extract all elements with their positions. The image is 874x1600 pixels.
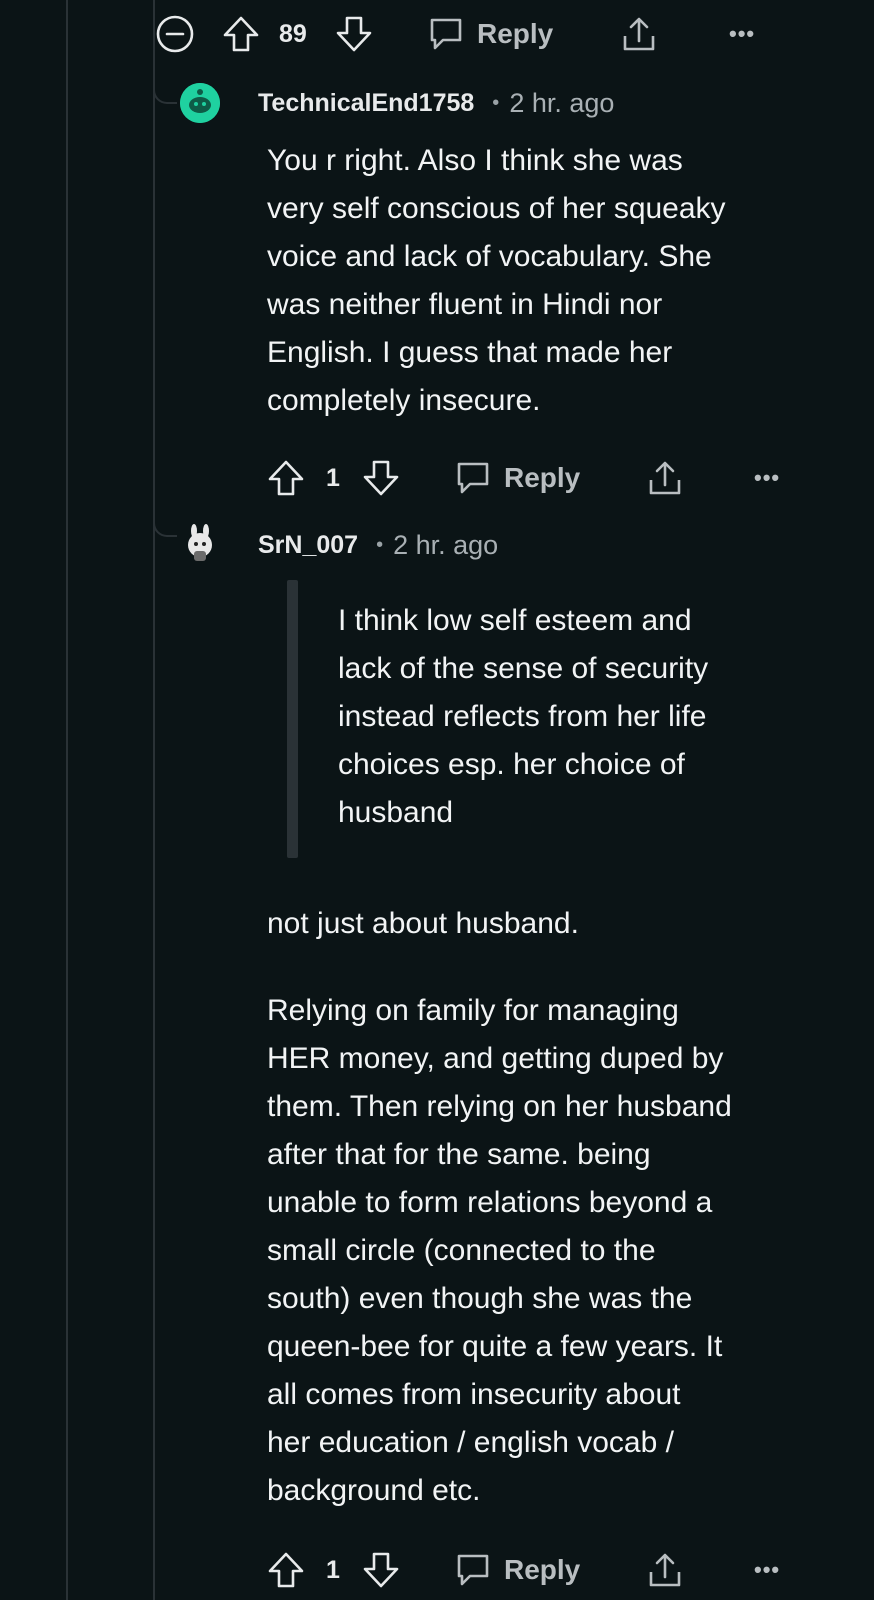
more-icon: ••• bbox=[754, 1557, 781, 1582]
snoo-avatar-icon bbox=[180, 83, 220, 123]
comment-bubble-icon bbox=[430, 18, 462, 50]
vote-count: 89 bbox=[279, 10, 307, 58]
share-button[interactable] bbox=[620, 10, 658, 58]
more-icon: ••• bbox=[729, 21, 756, 46]
reply-button[interactable]: Reply bbox=[454, 1546, 580, 1594]
quoted-text: I think low self esteem and lack of the … bbox=[338, 604, 709, 829]
avatar[interactable] bbox=[180, 83, 220, 123]
upvote-button[interactable] bbox=[267, 1546, 305, 1594]
downvote-button[interactable] bbox=[362, 1546, 400, 1594]
comment-timestamp: 2 hr. ago bbox=[509, 87, 615, 118]
share-icon bbox=[649, 461, 681, 495]
vote-count: 1 bbox=[326, 454, 340, 502]
meta-separator: • bbox=[492, 91, 500, 114]
downvote-arrow-icon bbox=[363, 460, 399, 496]
thread-line-outer bbox=[66, 0, 68, 1600]
upvote-button[interactable] bbox=[222, 10, 260, 58]
thread-connector bbox=[153, 521, 177, 537]
username-link[interactable]: SrN_007 bbox=[258, 531, 358, 560]
comment-body-paragraph: Relying on family for managing HER money… bbox=[267, 994, 732, 1507]
downvote-button[interactable] bbox=[335, 10, 373, 58]
share-icon bbox=[649, 1553, 681, 1587]
reply-button[interactable]: Reply bbox=[427, 10, 553, 58]
username-link[interactable]: TechnicalEnd1758 bbox=[258, 89, 474, 118]
upvote-arrow-icon bbox=[223, 16, 259, 52]
more-options-button[interactable]: ••• bbox=[729, 10, 755, 58]
comment-header: SrN_007 • 2 hr. ago bbox=[258, 525, 498, 565]
share-icon bbox=[623, 17, 655, 51]
reply-button[interactable]: Reply bbox=[454, 454, 580, 502]
more-icon: ••• bbox=[754, 465, 781, 490]
snoo-avatar-icon bbox=[188, 524, 212, 561]
upvote-button[interactable] bbox=[267, 454, 305, 502]
share-button[interactable] bbox=[646, 1546, 684, 1594]
more-options-button[interactable]: ••• bbox=[754, 454, 780, 502]
vote-count: 1 bbox=[326, 1546, 340, 1594]
blockquote-bar bbox=[287, 580, 298, 858]
vote-count-text: 89 bbox=[279, 19, 307, 48]
reply-label: Reply bbox=[504, 1554, 581, 1585]
share-button[interactable] bbox=[646, 454, 684, 502]
vote-count-text: 1 bbox=[326, 1555, 340, 1584]
comment-header: TechnicalEnd1758 • 2 hr. ago bbox=[258, 83, 614, 123]
vote-count-text: 1 bbox=[326, 463, 340, 492]
comment-body: You r right. Also I think she was very s… bbox=[267, 144, 726, 417]
collapse-icon bbox=[156, 15, 194, 53]
comment-bubble-icon bbox=[457, 1554, 489, 1586]
thread-line-inner bbox=[153, 0, 155, 1600]
comment-action-bar: 1 Reply ••• bbox=[0, 1546, 874, 1594]
reply-label: Reply bbox=[477, 18, 554, 49]
comment-bubble-icon bbox=[457, 462, 489, 494]
downvote-arrow-icon bbox=[336, 16, 372, 52]
reply-label: Reply bbox=[504, 462, 581, 493]
collapse-button[interactable] bbox=[155, 10, 195, 58]
downvote-arrow-icon bbox=[363, 1552, 399, 1588]
parent-action-bar: 89 Reply ••• bbox=[0, 10, 874, 58]
upvote-arrow-icon bbox=[268, 1552, 304, 1588]
more-options-button[interactable]: ••• bbox=[754, 1546, 780, 1594]
upvote-arrow-icon bbox=[268, 460, 304, 496]
comment-timestamp: 2 hr. ago bbox=[393, 529, 499, 560]
avatar[interactable] bbox=[180, 523, 220, 563]
comment-action-bar: 1 Reply ••• bbox=[0, 454, 874, 502]
thread-connector bbox=[153, 88, 177, 104]
downvote-button[interactable] bbox=[362, 454, 400, 502]
comment-body-paragraph: not just about husband. bbox=[267, 907, 579, 940]
meta-separator: • bbox=[376, 533, 384, 556]
